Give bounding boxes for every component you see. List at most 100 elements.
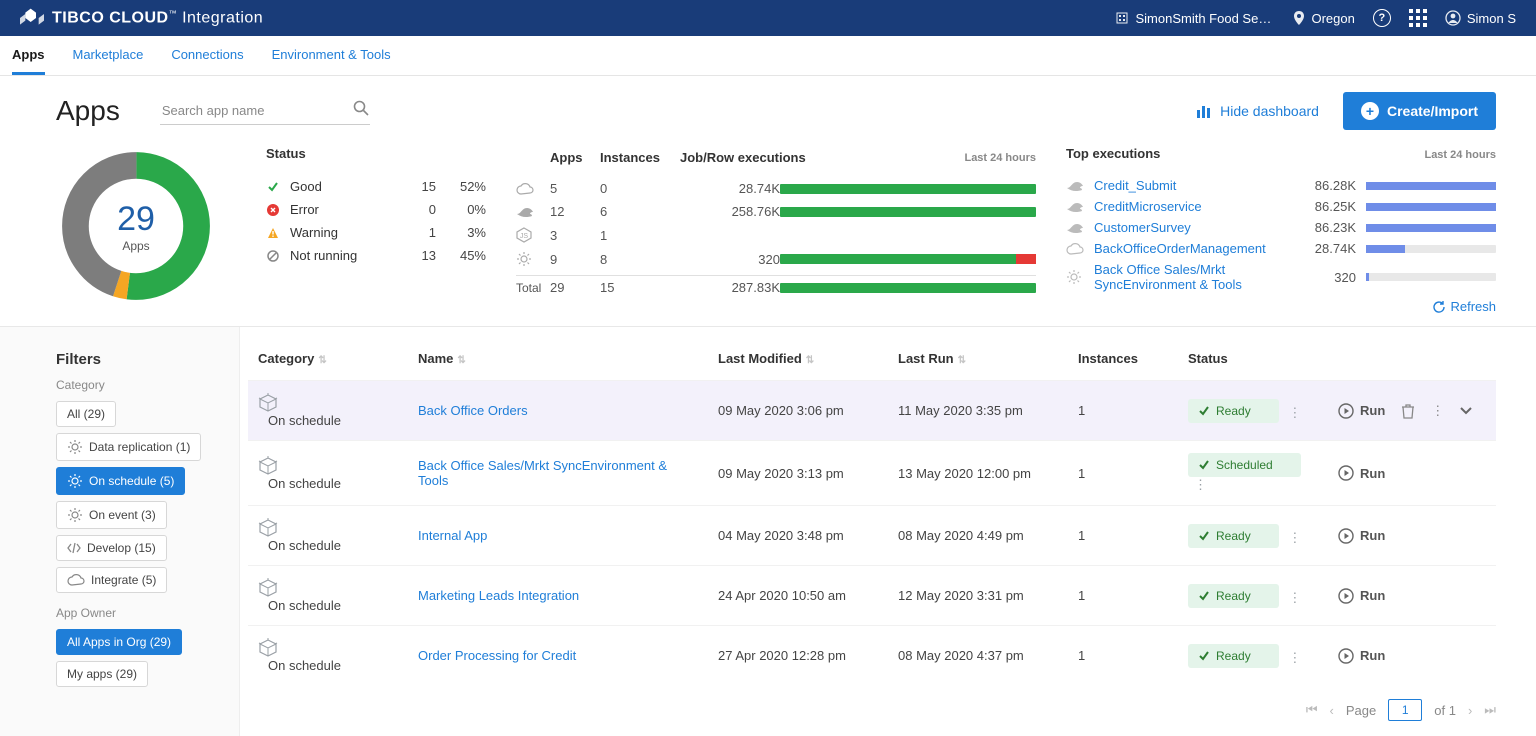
brand-title: TIBCO CLOUD™ Integration [52, 9, 263, 27]
user-menu[interactable]: Simon S [1445, 10, 1516, 26]
sort-icon[interactable]: ⇅ [958, 355, 966, 366]
search-icon[interactable] [352, 99, 370, 117]
chip-label: All (29) [67, 407, 105, 421]
run-button[interactable]: Run [1338, 588, 1385, 604]
tab-apps[interactable]: Apps [12, 36, 45, 75]
exec-instances: 6 [600, 200, 680, 223]
exec-apps: 9 [550, 248, 600, 271]
table-row[interactable]: On schedule Order Processing for Credit … [248, 626, 1496, 686]
filter-chip[interactable]: On event (3) [56, 501, 167, 529]
status-row[interactable]: Warning 1 3% [266, 221, 486, 244]
page-last-button[interactable]: ⏭ [1484, 702, 1496, 718]
th-instances[interactable]: Instances [1078, 351, 1138, 366]
cell-last-modified: 27 Apr 2020 12:28 pm [708, 626, 888, 686]
status-count: 15 [406, 179, 436, 194]
table-row[interactable]: On schedule Marketing Leads Integration … [248, 566, 1496, 626]
table-row[interactable]: On schedule Back Office Sales/Mrkt SyncE… [248, 441, 1496, 506]
hide-dashboard-button[interactable]: Hide dashboard [1196, 103, 1319, 119]
app-name-link[interactable]: Order Processing for Credit [418, 648, 576, 663]
app-name-link[interactable]: Back Office Orders [418, 403, 528, 418]
page-first-button[interactable]: ⏮ [1306, 702, 1318, 718]
more-button[interactable]: ⋮ [1431, 403, 1444, 419]
status-menu-button[interactable]: ⋮ [1282, 530, 1307, 545]
filters-title: Filters [56, 351, 221, 368]
th-modified[interactable]: Last Modified [718, 351, 802, 366]
delete-button[interactable] [1401, 403, 1415, 419]
status-name: Warning [290, 225, 396, 240]
filter-chip[interactable]: All Apps in Org (29) [56, 629, 182, 655]
top-exec-value: 86.28K [1300, 178, 1356, 193]
run-button[interactable]: Run [1338, 648, 1385, 664]
sort-icon[interactable]: ⇅ [318, 355, 326, 366]
tab-connections[interactable]: Connections [171, 36, 243, 75]
status-row[interactable]: Good 15 52% [266, 175, 486, 198]
exec-instances: 8 [600, 248, 680, 271]
filter-chip[interactable]: On schedule (5) [56, 467, 185, 495]
status-count: 0 [406, 202, 436, 217]
filter-chip[interactable]: Data replication (1) [56, 433, 201, 461]
status-menu-button[interactable]: ⋮ [1282, 650, 1307, 665]
col-instances-header: Instances [600, 146, 680, 169]
top-exec-link[interactable]: BackOfficeOrderManagement [1094, 241, 1290, 256]
filter-chip[interactable]: Develop (15) [56, 535, 167, 561]
th-name[interactable]: Name [418, 351, 453, 366]
top-exec-link[interactable]: CreditMicroservice [1094, 199, 1290, 214]
status-row[interactable]: Error 0 0% [266, 198, 486, 221]
top-exec-link[interactable]: Credit_Submit [1094, 178, 1290, 193]
page-next-button[interactable]: › [1468, 703, 1472, 718]
app-launcher-icon[interactable] [1409, 9, 1427, 27]
refresh-button[interactable]: Refresh [1432, 299, 1496, 314]
col-apps-header: Apps [550, 146, 600, 169]
search-input[interactable] [160, 97, 370, 125]
page-input[interactable] [1388, 699, 1422, 721]
tab-environment-tools[interactable]: Environment & Tools [272, 36, 391, 75]
run-button[interactable]: Run [1338, 403, 1385, 419]
th-status[interactable]: Status [1188, 351, 1228, 366]
filter-chip[interactable]: Integrate (5) [56, 567, 167, 593]
pager: ⏮ ‹ Page of 1 › ⏭ [248, 699, 1496, 721]
table-row[interactable]: On schedule Back Office Orders 09 May 20… [248, 381, 1496, 441]
status-menu-button[interactable]: ⋮ [1282, 405, 1307, 420]
top-exec-link[interactable]: CustomerSurvey [1094, 220, 1290, 235]
status-text: Ready [1216, 649, 1251, 663]
app-name-link[interactable]: Internal App [418, 528, 487, 543]
th-category[interactable]: Category [258, 351, 314, 366]
check-icon [1198, 650, 1210, 662]
sort-icon[interactable]: ⇅ [806, 355, 814, 366]
cell-last-run: 11 May 2020 3:35 pm [888, 381, 1068, 441]
app-name-link[interactable]: Back Office Sales/Mrkt SyncEnvironment &… [418, 458, 667, 488]
th-lastrun[interactable]: Last Run [898, 351, 954, 366]
app-name-link[interactable]: Marketing Leads Integration [418, 588, 579, 603]
tab-marketplace[interactable]: Marketplace [73, 36, 144, 75]
status-row[interactable]: Not running 13 45% [266, 244, 486, 267]
filter-chip[interactable]: My apps (29) [56, 661, 148, 687]
page-prev-button[interactable]: ‹ [1330, 703, 1334, 718]
user-icon [1445, 10, 1461, 26]
run-button[interactable]: Run [1338, 465, 1385, 481]
global-header: TIBCO CLOUD™ Integration SimonSmith Food… [0, 0, 1536, 36]
org-selector[interactable]: SimonSmith Food Servic… [1115, 11, 1275, 26]
expand-button[interactable] [1460, 406, 1472, 416]
play-icon [1338, 648, 1354, 664]
exec-value [680, 231, 780, 239]
status-menu-button[interactable]: ⋮ [1282, 590, 1307, 605]
sort-icon[interactable]: ⇅ [457, 355, 465, 366]
cell-last-modified: 09 May 2020 3:13 pm [708, 441, 888, 506]
status-text: Ready [1216, 404, 1251, 418]
status-menu-button[interactable]: ⋮ [1188, 477, 1213, 492]
create-import-button[interactable]: + Create/Import [1343, 92, 1496, 130]
status-badge: Ready [1188, 524, 1279, 548]
top-exec-link[interactable]: Back Office Sales/Mrkt SyncEnvironment &… [1094, 262, 1290, 292]
executions-panel: Apps Instances Job/Row executions Last 2… [516, 146, 1036, 306]
run-button[interactable]: Run [1338, 528, 1385, 544]
top-exec-bar [1366, 224, 1496, 232]
dashboard: 29 Apps Status Good 15 52% Error 0 0% Wa… [56, 146, 1496, 326]
filter-chip[interactable]: All (29) [56, 401, 116, 427]
svg-text:JS: JS [520, 233, 529, 240]
status-name: Good [290, 179, 396, 194]
region-selector[interactable]: Oregon [1293, 11, 1354, 26]
help-button[interactable]: ? [1373, 9, 1391, 27]
top-exec-bar [1366, 182, 1496, 190]
table-row[interactable]: On schedule Internal App 04 May 2020 3:4… [248, 506, 1496, 566]
check-icon [266, 181, 280, 193]
